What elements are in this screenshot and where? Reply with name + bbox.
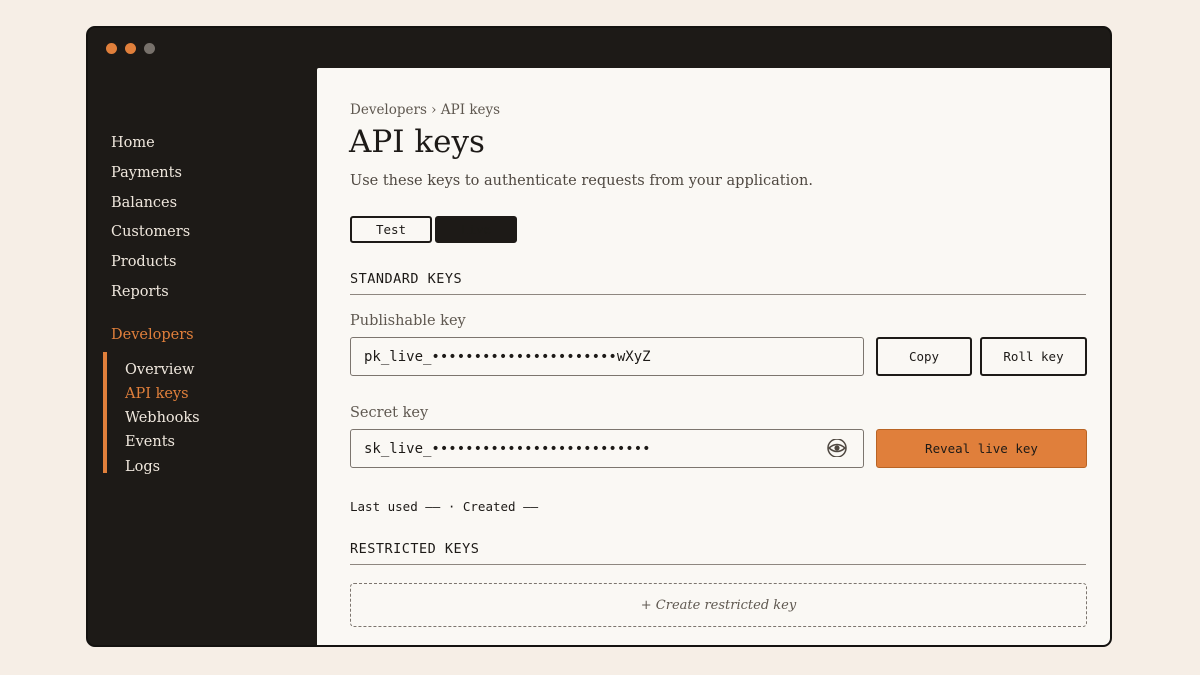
mode-live-button[interactable]: Live <box>435 216 517 243</box>
standard-keys-divider <box>350 294 1086 295</box>
page-subtitle: Use these keys to authenticate requests … <box>350 173 813 189</box>
close-window-button[interactable] <box>106 43 117 54</box>
sidebar-item-balances[interactable]: Balances <box>111 195 177 211</box>
key-meta: Last used —— · Created —— <box>350 499 539 514</box>
restricted-keys-header: RESTRICTED KEYS <box>350 541 480 557</box>
app-window: Home Payments Balances Customers Product… <box>86 26 1112 647</box>
main-content: Developers › API keys API keys Use these… <box>317 68 1110 645</box>
minimize-window-button[interactable] <box>125 43 136 54</box>
standard-keys-header: STANDARD KEYS <box>350 271 463 287</box>
subnav-item-logs[interactable]: Logs <box>125 459 160 475</box>
subnav-item-webhooks[interactable]: Webhooks <box>125 410 200 426</box>
secret-key-label: Secret key <box>350 405 429 421</box>
breadcrumb[interactable]: Developers › API keys <box>350 102 500 118</box>
copy-key-button[interactable]: Copy <box>876 337 972 376</box>
title-bar <box>88 28 1110 68</box>
sidebar-item-reports[interactable]: Reports <box>111 284 169 300</box>
secret-key-value: sk_live_•••••••••••••••••••••••••• <box>364 440 651 457</box>
publishable-key-label: Publishable key <box>350 313 466 329</box>
sidebar-item-customers[interactable]: Customers <box>111 224 190 240</box>
page-title: API keys <box>349 124 485 160</box>
sidebar-item-developers[interactable]: Developers <box>111 327 194 343</box>
subnav-item-overview[interactable]: Overview <box>125 362 194 378</box>
subnav-item-events[interactable]: Events <box>125 434 175 450</box>
sidebar: Home Payments Balances Customers Product… <box>88 68 316 645</box>
reveal-live-key-button[interactable]: Reveal live key <box>876 429 1087 468</box>
publishable-key-field[interactable]: pk_live_••••••••••••••••••••••wXyZ <box>350 337 864 376</box>
subnav-item-api-keys[interactable]: API keys <box>125 386 189 402</box>
sidebar-item-home[interactable]: Home <box>111 135 155 151</box>
roll-key-button[interactable]: Roll key <box>980 337 1087 376</box>
sidebar-item-products[interactable]: Products <box>111 254 176 270</box>
create-restricted-key-button[interactable]: + Create restricted key <box>350 583 1087 627</box>
secret-key-field[interactable]: sk_live_•••••••••••••••••••••••••• <box>350 429 864 468</box>
eye-icon[interactable] <box>826 439 848 457</box>
zoom-window-button[interactable] <box>144 43 155 54</box>
sidebar-item-payments[interactable]: Payments <box>111 165 182 181</box>
restricted-keys-divider <box>350 564 1086 565</box>
subnav-indicator <box>103 352 107 473</box>
mode-test-button[interactable]: Test <box>350 216 432 243</box>
